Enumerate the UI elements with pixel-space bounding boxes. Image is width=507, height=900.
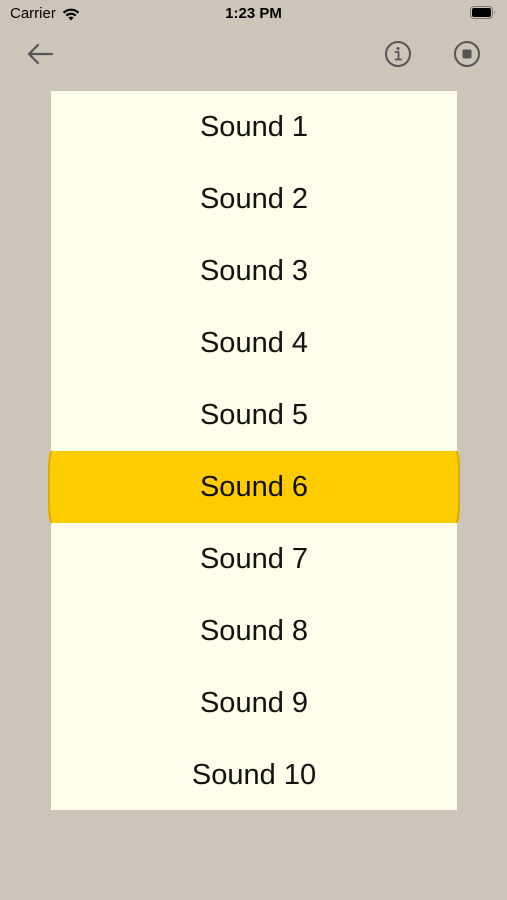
sound-label: Sound 7 xyxy=(199,542,309,575)
sound-label: Sound 3 xyxy=(199,254,309,287)
stop-button[interactable] xyxy=(451,38,483,70)
sound-row[interactable]: Sound 8 xyxy=(51,595,457,667)
nav-bar xyxy=(0,28,507,80)
sound-row[interactable]: Sound 10 xyxy=(51,739,457,811)
info-button[interactable] xyxy=(382,38,414,70)
sound-label: Sound 9 xyxy=(199,686,309,719)
sound-row-selected[interactable]: Sound 6 xyxy=(48,451,460,523)
stop-circle-icon xyxy=(454,41,480,67)
arrow-left-icon xyxy=(27,43,54,65)
battery-icon xyxy=(470,6,495,19)
sound-row[interactable]: Sound 5 xyxy=(51,379,457,451)
sound-row[interactable]: Sound 2 xyxy=(51,163,457,235)
sound-row[interactable]: Sound 3 xyxy=(51,235,457,307)
sound-row[interactable]: Sound 7 xyxy=(51,523,457,595)
sound-list[interactable]: Sound 1 Sound 2 Sound 3 Sound 4 Sound 5 Sound… xyxy=(48,91,460,811)
status-time: 1:23 PM xyxy=(225,5,282,22)
status-bar: Carrier 1:23 PM xyxy=(0,0,507,28)
sound-label: Sound 10 xyxy=(191,758,317,791)
sound-label: Sound 6 xyxy=(199,470,309,503)
sound-label: Sound 4 xyxy=(199,326,309,359)
info-circle-icon xyxy=(385,41,411,67)
sound-label: Sound 1 xyxy=(199,110,309,143)
back-button[interactable] xyxy=(24,38,56,70)
sound-label: Sound 2 xyxy=(199,182,309,215)
sound-label: Sound 8 xyxy=(199,614,309,647)
sound-row[interactable]: Sound 4 xyxy=(51,307,457,379)
sound-label: Sound 5 xyxy=(199,398,309,431)
sound-row[interactable]: Sound 9 xyxy=(51,667,457,739)
sound-row[interactable]: Sound 1 xyxy=(51,91,457,163)
